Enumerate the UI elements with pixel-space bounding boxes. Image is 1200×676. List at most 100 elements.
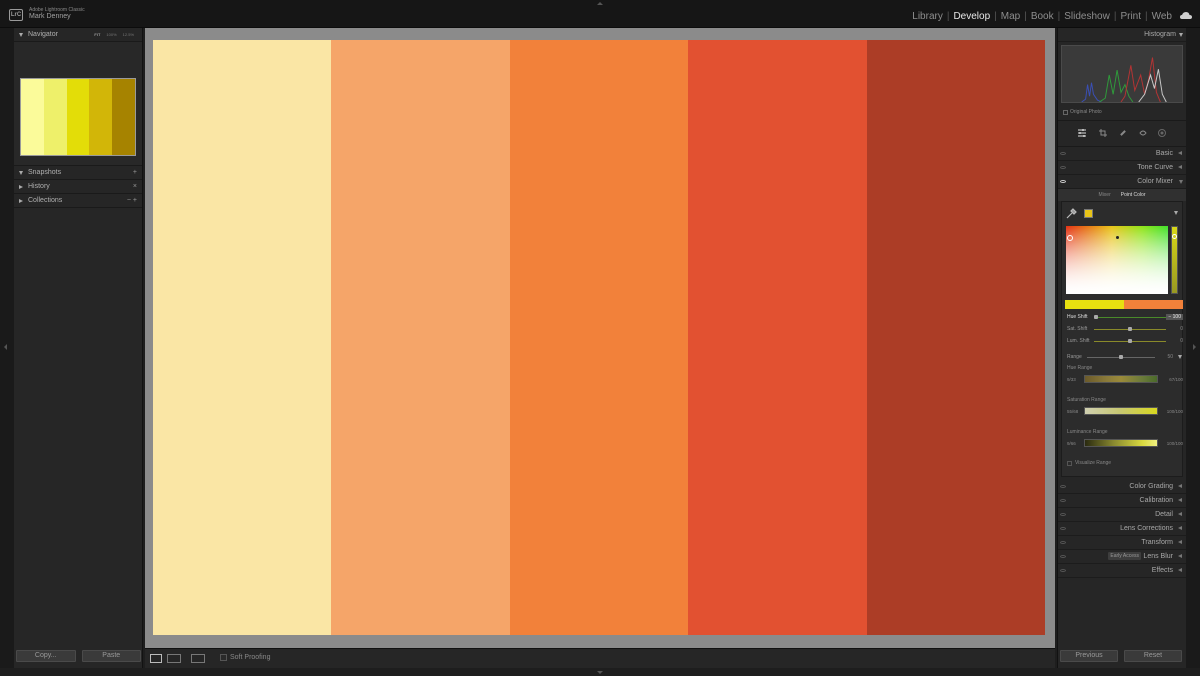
visibility-eye-icon[interactable] bbox=[1060, 541, 1066, 544]
lum-shift-slider[interactable]: Lum. Shift 0 bbox=[1067, 336, 1183, 346]
lens-corrections-header[interactable]: Lens Corrections bbox=[1058, 522, 1186, 536]
target-color-marker[interactable] bbox=[1067, 235, 1073, 241]
soft-proofing-checkbox[interactable] bbox=[220, 654, 227, 661]
zoom-12[interactable]: 12.5% bbox=[123, 32, 134, 37]
visualize-range-toggle[interactable]: Visualize Range bbox=[1067, 460, 1111, 466]
module-library[interactable]: Library bbox=[908, 11, 947, 22]
collapse-triangle-icon bbox=[1179, 180, 1183, 184]
range-value[interactable]: 50 bbox=[1167, 354, 1173, 360]
range-thumb[interactable] bbox=[1119, 355, 1123, 359]
zoom-100[interactable]: 100% bbox=[106, 32, 116, 37]
expand-arrow-icon bbox=[1178, 484, 1182, 488]
visibility-eye-icon[interactable] bbox=[1060, 485, 1066, 488]
cloud-icon[interactable] bbox=[1180, 12, 1192, 19]
module-map[interactable]: Map bbox=[997, 11, 1024, 22]
effects-header[interactable]: Effects bbox=[1058, 564, 1186, 578]
histogram-header[interactable]: Histogram bbox=[1058, 28, 1186, 42]
add-snapshot-icon[interactable]: + bbox=[133, 169, 137, 176]
color-compare-bar bbox=[1065, 300, 1183, 309]
tone-curve-header[interactable]: Tone Curve bbox=[1058, 161, 1186, 175]
before-after-icon[interactable] bbox=[167, 654, 181, 663]
tab-mixer[interactable]: Mixer bbox=[1099, 192, 1111, 198]
hue-shift-slider[interactable]: Hue Shift − 100 bbox=[1067, 312, 1183, 322]
previous-button[interactable]: Previous bbox=[1060, 650, 1118, 662]
sat-shift-value[interactable]: 0 bbox=[1180, 326, 1183, 332]
photo-swatch bbox=[509, 40, 689, 635]
color-mixer-header[interactable]: Color Mixer bbox=[1058, 175, 1186, 189]
visibility-eye-icon[interactable] bbox=[1060, 555, 1066, 558]
visualize-range-checkbox[interactable] bbox=[1067, 460, 1072, 466]
eyedropper-icon[interactable] bbox=[1066, 208, 1077, 219]
edit-sliders-icon[interactable] bbox=[1078, 129, 1086, 137]
navigator-header[interactable]: Navigator FIT 100% 12.5% bbox=[14, 28, 142, 42]
saturation-range-bar[interactable] bbox=[1084, 407, 1158, 415]
original-photo-toggle[interactable]: Original Photo bbox=[1063, 109, 1102, 115]
collapse-triangle-icon bbox=[1179, 33, 1183, 37]
collections-header[interactable]: Collections − + bbox=[14, 194, 142, 208]
navigator-thumbnail[interactable] bbox=[20, 78, 136, 156]
module-web[interactable]: Web bbox=[1148, 11, 1176, 22]
original-photo-checkbox[interactable] bbox=[1063, 109, 1068, 115]
history-header[interactable]: History × bbox=[14, 180, 142, 194]
color-field[interactable] bbox=[1066, 226, 1168, 294]
crop-icon[interactable] bbox=[1099, 129, 1107, 137]
copy-button[interactable]: Copy... bbox=[16, 650, 76, 662]
image-canvas[interactable] bbox=[145, 28, 1055, 648]
visibility-eye-icon[interactable] bbox=[1060, 569, 1066, 572]
calibration-header[interactable]: Calibration bbox=[1058, 494, 1186, 508]
hue-range-bar[interactable] bbox=[1084, 375, 1158, 383]
left-panel-toggle-icon[interactable] bbox=[4, 344, 7, 350]
basic-header[interactable]: Basic bbox=[1058, 147, 1186, 161]
before-after-split-icon[interactable] bbox=[191, 654, 205, 663]
lum-shift-value[interactable]: 0 bbox=[1180, 338, 1183, 344]
hue-strip-marker[interactable] bbox=[1172, 234, 1177, 239]
masking-icon[interactable] bbox=[1158, 129, 1166, 137]
module-develop[interactable]: Develop bbox=[949, 11, 994, 22]
hue-strip[interactable] bbox=[1171, 226, 1178, 294]
transform-title: Transform bbox=[1141, 539, 1173, 546]
soft-proofing-toggle[interactable]: Soft Proofing bbox=[220, 654, 270, 661]
range-menu-icon[interactable] bbox=[1178, 355, 1182, 359]
photo[interactable] bbox=[153, 40, 1046, 635]
navigator-preview[interactable] bbox=[14, 42, 142, 166]
lens-blur-header[interactable]: Early Access Lens Blur bbox=[1058, 550, 1186, 564]
hue-shift-thumb[interactable] bbox=[1094, 315, 1098, 319]
visibility-eye-icon[interactable] bbox=[1060, 527, 1066, 530]
expand-arrow-icon bbox=[1178, 554, 1182, 558]
visibility-eye-icon[interactable] bbox=[1060, 499, 1066, 502]
tab-point-color[interactable]: Point Color bbox=[1121, 192, 1146, 198]
color-grading-header[interactable]: Color Grading bbox=[1058, 480, 1186, 494]
right-panel-toggle-icon[interactable] bbox=[1193, 344, 1196, 350]
luminance-range-bar[interactable] bbox=[1084, 439, 1158, 447]
bottom-panel-toggle-icon[interactable] bbox=[597, 671, 603, 674]
lum-shift-thumb[interactable] bbox=[1128, 339, 1132, 343]
snapshots-header[interactable]: Snapshots + bbox=[14, 166, 142, 180]
red-eye-icon[interactable] bbox=[1139, 129, 1147, 137]
sat-shift-thumb[interactable] bbox=[1128, 327, 1132, 331]
module-book[interactable]: Book bbox=[1027, 11, 1058, 22]
collections-actions[interactable]: − + bbox=[127, 197, 137, 204]
range-slider[interactable]: Range 50 bbox=[1067, 352, 1183, 362]
paste-button[interactable]: Paste bbox=[81, 650, 141, 662]
reset-button[interactable]: Reset bbox=[1124, 650, 1182, 662]
detail-header[interactable]: Detail bbox=[1058, 508, 1186, 522]
visibility-eye-icon[interactable] bbox=[1060, 180, 1066, 183]
hue-shift-track[interactable] bbox=[1094, 317, 1166, 318]
loupe-view-icon[interactable] bbox=[150, 654, 162, 663]
visibility-eye-icon[interactable] bbox=[1060, 513, 1066, 516]
top-panel-toggle-icon[interactable] bbox=[597, 2, 603, 5]
healing-icon[interactable] bbox=[1119, 129, 1127, 137]
basic-title: Basic bbox=[1155, 150, 1173, 157]
module-print[interactable]: Print bbox=[1116, 11, 1145, 22]
picked-color-swatch[interactable] bbox=[1084, 209, 1093, 218]
sat-shift-slider[interactable]: Sat. Shift 0 bbox=[1067, 324, 1183, 334]
visibility-eye-icon[interactable] bbox=[1060, 166, 1066, 169]
zoom-fit[interactable]: FIT bbox=[94, 32, 100, 37]
hue-shift-value[interactable]: − 100 bbox=[1166, 314, 1183, 320]
color-grading-title: Color Grading bbox=[1129, 483, 1173, 490]
transform-header[interactable]: Transform bbox=[1058, 536, 1186, 550]
visibility-eye-icon[interactable] bbox=[1060, 152, 1066, 155]
module-slideshow[interactable]: Slideshow bbox=[1060, 11, 1114, 22]
swatch-menu-icon[interactable] bbox=[1174, 211, 1178, 215]
clear-history-icon[interactable]: × bbox=[133, 183, 137, 190]
